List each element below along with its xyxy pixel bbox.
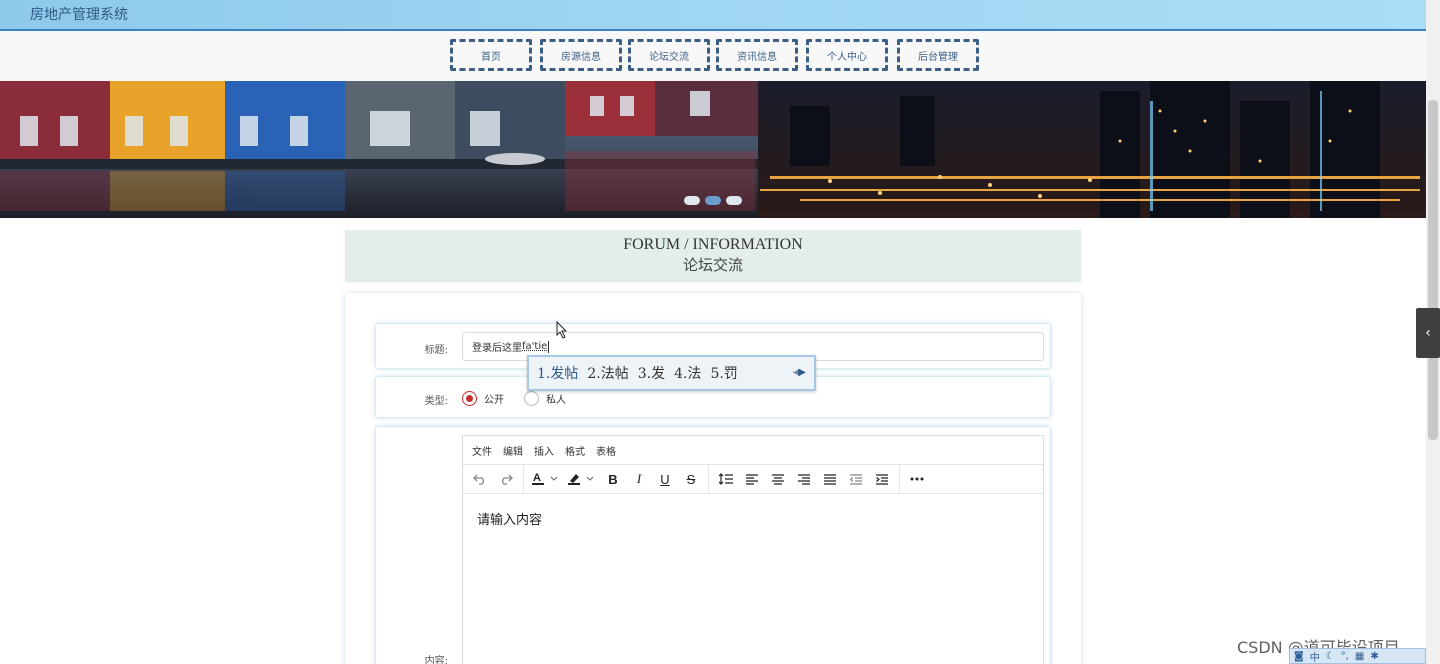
ime-page-arrows-icon[interactable]: ◀▶ bbox=[793, 367, 806, 378]
section-title-zh: 论坛交流 bbox=[682, 256, 743, 274]
ime-settings-icon: ✱ bbox=[1370, 650, 1379, 662]
title-label: 标题: bbox=[424, 345, 448, 356]
highlight-color-icon[interactable] bbox=[564, 466, 600, 492]
bold-icon[interactable]: B bbox=[600, 466, 626, 492]
radio-private[interactable]: 私人 bbox=[524, 391, 566, 406]
radio-private-circle bbox=[524, 391, 539, 406]
radio-private-label: 私人 bbox=[546, 395, 566, 406]
menu-insert[interactable]: 插入 bbox=[534, 443, 554, 458]
radio-public-circle bbox=[462, 391, 477, 406]
ime-punct-icon: °, bbox=[1340, 650, 1349, 662]
nav-profile[interactable]: 个人中心 bbox=[806, 39, 888, 71]
menu-table[interactable]: 表格 bbox=[596, 443, 616, 458]
align-center-icon[interactable] bbox=[765, 466, 791, 492]
ime-candidate-1[interactable]: 1.发帖 bbox=[537, 363, 578, 383]
align-justify-icon[interactable] bbox=[817, 466, 843, 492]
font-color-icon[interactable]: A bbox=[528, 466, 564, 492]
ime-candidate-popup: 1.发帖 2.法帖 3.发 4.法 5.罚 ◀▶ bbox=[527, 355, 816, 391]
section-title-en: FORUM / INFORMATION bbox=[623, 236, 803, 253]
carousel-dot-2[interactable] bbox=[705, 196, 721, 205]
radio-public-label: 公开 bbox=[484, 395, 504, 406]
more-icon[interactable] bbox=[904, 466, 930, 492]
post-form: 标题: 登录后这里 fa'tie 类型: 公开 私人 内容: 文件 编辑 插入 格… bbox=[345, 293, 1081, 664]
title-input-composing: fa'tie bbox=[522, 341, 548, 352]
ime-candidate-5[interactable]: 5.罚 bbox=[710, 363, 737, 383]
toolbar-separator bbox=[899, 465, 900, 493]
editor-placeholder: 请输入内容 bbox=[477, 513, 543, 528]
indent-icon[interactable] bbox=[869, 466, 895, 492]
nav-admin[interactable]: 后台管理 bbox=[897, 39, 979, 71]
ime-status-tray[interactable]: ◙ 中 ☾ °, ▦ ✱ bbox=[1289, 648, 1426, 664]
main-nav: 首页 房源信息 论坛交流 资讯信息 个人中心 后台管理 bbox=[0, 31, 1426, 81]
scrollbar-thumb[interactable] bbox=[1428, 100, 1438, 440]
nav-listings[interactable]: 房源信息 bbox=[540, 39, 622, 71]
strikethrough-icon[interactable]: S bbox=[678, 466, 704, 492]
ime-candidate-4[interactable]: 4.法 bbox=[674, 363, 701, 383]
editor-toolbar: A B I U S bbox=[463, 465, 1043, 494]
mouse-cursor-icon bbox=[556, 321, 568, 339]
editor-menubar: 文件 编辑 插入 格式 表格 bbox=[463, 436, 1043, 465]
side-panel-toggle[interactable]: ‹ bbox=[1416, 308, 1440, 358]
align-left-icon[interactable] bbox=[739, 466, 765, 492]
nav-home[interactable]: 首页 bbox=[450, 39, 532, 71]
radio-public[interactable]: 公开 bbox=[462, 391, 504, 406]
svg-text:A: A bbox=[533, 472, 541, 484]
nav-news[interactable]: 资讯信息 bbox=[716, 39, 798, 71]
ime-moon-icon: ☾ bbox=[1325, 650, 1335, 662]
ime-candidate-3[interactable]: 3.发 bbox=[638, 363, 665, 383]
editor-content-area[interactable]: 请输入内容 bbox=[463, 494, 1043, 543]
content-label: 内容: bbox=[424, 656, 448, 664]
type-label: 类型: bbox=[424, 396, 448, 407]
app-title: 房地产管理系统 bbox=[30, 7, 128, 23]
toolbar-separator bbox=[708, 465, 709, 493]
undo-icon[interactable] bbox=[467, 466, 493, 492]
carousel-dot-3[interactable] bbox=[726, 196, 742, 205]
banner-carousel[interactable] bbox=[0, 81, 1426, 218]
outdent-icon[interactable] bbox=[843, 466, 869, 492]
redo-icon[interactable] bbox=[493, 466, 519, 492]
ime-candidate-2[interactable]: 2.法帖 bbox=[587, 363, 628, 383]
text-caret bbox=[548, 340, 550, 353]
section-heading: FORUM / INFORMATION 论坛交流 bbox=[345, 230, 1081, 282]
italic-icon[interactable]: I bbox=[626, 466, 652, 492]
carousel-dot-1[interactable] bbox=[684, 196, 700, 205]
align-right-icon[interactable] bbox=[791, 466, 817, 492]
underline-icon[interactable]: U bbox=[652, 466, 678, 492]
ime-mode-label: 中 bbox=[1309, 652, 1320, 664]
rich-text-editor: 文件 编辑 插入 格式 表格 A B I U S 请输入内容 bbox=[462, 435, 1044, 664]
title-input-value: 登录后这里 bbox=[472, 343, 522, 354]
line-height-icon[interactable] bbox=[713, 466, 739, 492]
top-header: 房地产管理系统 bbox=[0, 0, 1426, 31]
menu-file[interactable]: 文件 bbox=[472, 443, 492, 458]
ime-search-icon: ◙ bbox=[1294, 650, 1304, 662]
content-row: 内容: 文件 编辑 插入 格式 表格 A B I U S 请输入内容 bbox=[375, 426, 1051, 664]
ime-keyboard-icon: ▦ bbox=[1354, 650, 1365, 662]
menu-format[interactable]: 格式 bbox=[565, 443, 585, 458]
toolbar-separator bbox=[523, 465, 524, 493]
menu-edit[interactable]: 编辑 bbox=[503, 443, 523, 458]
nav-forum[interactable]: 论坛交流 bbox=[628, 39, 710, 71]
chevron-left-icon: ‹ bbox=[1425, 325, 1431, 341]
